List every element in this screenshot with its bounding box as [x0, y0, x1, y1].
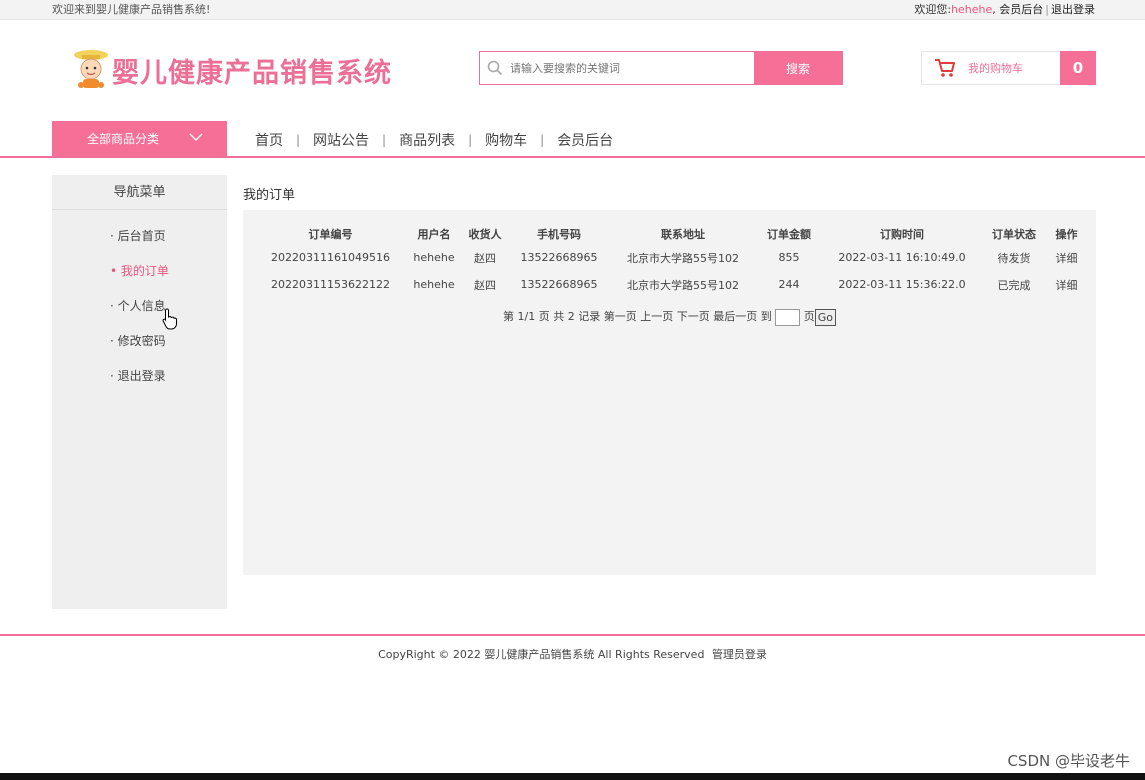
nav-separator: | [382, 133, 387, 147]
logout-link[interactable]: 退出登录 [1051, 3, 1095, 16]
order-username: hehehe [413, 251, 455, 264]
table-row: 20220311161049516 hehehe 赵四 13522668965 … [253, 244, 1089, 271]
col-header: 订单金额 [767, 228, 811, 241]
nav-home[interactable]: 首页 [255, 130, 283, 150]
pager-prev[interactable]: 上一页 [640, 310, 673, 323]
order-amount: 244 [778, 278, 800, 291]
page-title: 我的订单 [243, 188, 296, 203]
order-detail-link[interactable]: 详细 [1044, 244, 1089, 271]
username: hehehe [951, 3, 993, 16]
nav-links: 首页 | 网站公告 | 商品列表 | 购物车 | 会员后台 [255, 130, 613, 150]
pager-goto-label: 到 [760, 310, 772, 323]
search-button[interactable]: 搜索 [754, 52, 842, 84]
sidebar-item-profile[interactable]: · 个人信息 [52, 297, 227, 332]
nav-cart[interactable]: 购物车 [485, 130, 527, 150]
col-header: 手机号码 [537, 228, 581, 241]
welcome-text: 欢迎来到婴儿健康产品销售系统! [52, 3, 211, 16]
user-links: 欢迎您:hehehe, 会员后台 | 退出登录 [914, 1, 1095, 19]
footer: CopyRight © 2022 婴儿健康产品销售系统 All Rights R… [0, 646, 1145, 662]
nav-product-list[interactable]: 商品列表 [399, 130, 455, 150]
bottom-edge [0, 773, 1145, 780]
order-status: 待发货 [997, 251, 1031, 265]
pagination: 第 1/1 页 共 2 记录 第一页 上一页 下一页 最后一页 到 页 Go [243, 308, 1096, 326]
pager-next[interactable]: 下一页 [677, 310, 710, 323]
top-bar: 欢迎来到婴儿健康产品销售系统! 欢迎您:hehehe, 会员后台 | 退出登录 [0, 0, 1145, 20]
separator: | [1045, 3, 1049, 16]
pager-info: 第 1/1 页 共 2 记录 [503, 310, 601, 323]
baby-logo-icon [72, 49, 110, 91]
nav-member-center[interactable]: 会员后台 [557, 130, 613, 150]
footer-divider [0, 634, 1145, 636]
nav-separator: | [296, 133, 301, 147]
order-amount: 855 [778, 251, 800, 264]
cart-box[interactable]: 我的购物车 0 [921, 51, 1096, 85]
cart-label: 我的购物车 [968, 62, 1023, 75]
order-time: 2022-03-11 15:36:22.0 [838, 278, 966, 291]
col-header: 订单状态 [992, 228, 1036, 241]
pager-page-unit: 页 [803, 310, 815, 323]
sidebar-title: 导航菜单 [52, 175, 227, 210]
order-address: 北京市大学路55号102 [627, 251, 739, 265]
cart-icon [922, 58, 968, 78]
search-bar: 搜索 [479, 51, 843, 85]
order-recipient: 赵四 [474, 278, 496, 292]
orders-table: 订单编号 用户名 收货人 手机号码 联系地址 订单金额 订购时间 订单状态 操作… [253, 224, 1089, 298]
order-recipient: 赵四 [474, 251, 496, 265]
chevron-down-icon [189, 131, 203, 145]
hand-cursor-icon [162, 308, 178, 334]
nav-separator: | [540, 133, 545, 147]
order-phone: 13522668965 [520, 251, 598, 264]
copyright-text: CopyRight © 2022 婴儿健康产品销售系统 All Rights R… [378, 648, 705, 661]
col-header: 订单编号 [308, 228, 353, 241]
nav-announcements[interactable]: 网站公告 [313, 130, 369, 150]
page-number-input[interactable] [775, 308, 801, 326]
col-header: 收货人 [468, 228, 502, 241]
all-categories-label: 全部商品分类 [87, 132, 160, 146]
go-button[interactable]: Go [814, 308, 836, 326]
member-center-link[interactable]: 会员后台 [999, 3, 1043, 16]
sidebar-menu: · 后台首页 • 我的订单 · 个人信息 · 修改密码 · 退出登录 [52, 210, 227, 402]
col-header: 订购时间 [880, 228, 924, 241]
order-address: 北京市大学路55号102 [627, 278, 739, 292]
sidebar-item-change-password[interactable]: · 修改密码 [52, 332, 227, 367]
nav-separator: | [468, 133, 473, 147]
order-phone: 13522668965 [520, 278, 598, 291]
order-detail-link[interactable]: 详细 [1044, 271, 1089, 298]
watermark-text: CSDN @毕设老牛 [1007, 752, 1130, 770]
site-logo[interactable]: 婴儿健康产品销售系统 [72, 48, 392, 92]
greeting-text: 欢迎您: [914, 3, 952, 16]
site-title: 婴儿健康产品销售系统 [112, 57, 392, 89]
sidebar-item-my-orders[interactable]: • 我的订单 [52, 262, 227, 297]
pager-last[interactable]: 最后一页 [713, 310, 757, 323]
search-icon [480, 52, 510, 84]
order-number: 20220311153622122 [271, 278, 390, 291]
pager-first[interactable]: 第一页 [604, 310, 637, 323]
col-header: 操作 [1055, 228, 1078, 241]
col-header: 联系地址 [661, 228, 705, 241]
comma-text: , [992, 3, 996, 16]
sidebar-item-logout[interactable]: · 退出登录 [52, 367, 227, 402]
order-username: hehehe [413, 278, 455, 291]
main-nav: 全部商品分类 首页 | 网站公告 | 商品列表 | 购物车 | 会员后台 [0, 121, 1145, 158]
search-input[interactable] [510, 52, 754, 84]
sidebar: 导航菜单 · 后台首页 • 我的订单 · 个人信息 · 修改密码 · 退出登录 [52, 175, 227, 609]
all-categories-button[interactable]: 全部商品分类 [52, 121, 227, 156]
order-status: 已完成 [997, 278, 1031, 292]
order-time: 2022-03-11 16:10:49.0 [838, 251, 966, 264]
cart-count-badge: 0 [1060, 51, 1096, 85]
order-number: 20220311161049516 [271, 251, 390, 264]
table-row: 20220311153622122 hehehe 赵四 13522668965 … [253, 271, 1089, 298]
orders-panel: 订单编号 用户名 收货人 手机号码 联系地址 订单金额 订购时间 订单状态 操作… [243, 210, 1096, 575]
admin-login-link[interactable]: 管理员登录 [712, 648, 767, 661]
sidebar-item-dashboard[interactable]: · 后台首页 [52, 227, 227, 262]
col-header: 用户名 [417, 228, 451, 241]
table-header-row: 订单编号 用户名 收货人 手机号码 联系地址 订单金额 订购时间 订单状态 操作 [253, 224, 1089, 244]
